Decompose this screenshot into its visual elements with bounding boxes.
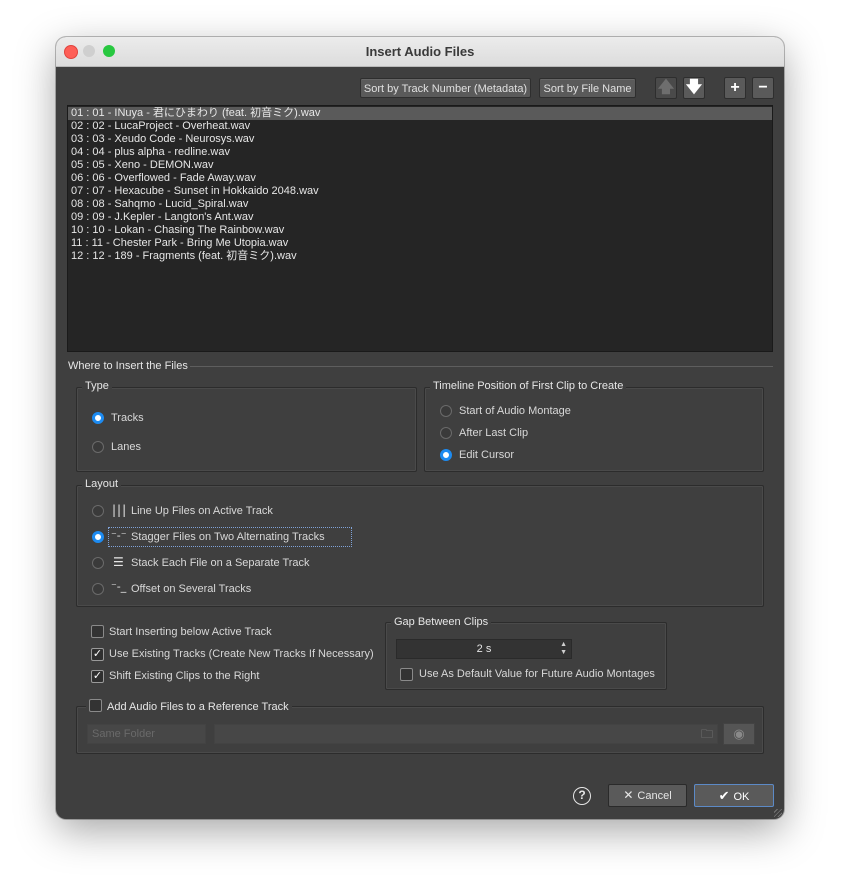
start-below-label[interactable]: Start Inserting below Active Track [109, 626, 272, 638]
after-last-clip-radio[interactable] [440, 427, 452, 439]
remove-file-button[interactable]: − [752, 77, 774, 99]
stagger-radio[interactable] [92, 531, 104, 543]
gap-group-label: Gap Between Clips [391, 616, 492, 628]
start-of-montage-label[interactable]: Start of Audio Montage [459, 405, 571, 417]
arrow-up-icon: 🡅 [657, 79, 675, 96]
list-item[interactable]: 07 : 07 - Hexacube - Sunset in Hokkaido … [68, 185, 772, 198]
line-up-icon: ||| [112, 503, 128, 517]
reference-path-field[interactable]: 🗀 [214, 724, 718, 744]
checkmark-icon: ✓ [92, 648, 103, 660]
reference-track-checkbox[interactable] [89, 699, 102, 712]
help-button[interactable]: ? [573, 787, 591, 805]
list-item[interactable]: 01 : 01 - INuya - 君にひまわり (feat. 初音ミク).wa… [68, 107, 772, 120]
spin-arrows-icon[interactable]: ▲ ▼ [560, 641, 567, 657]
plus-icon: + [730, 79, 740, 96]
title-bar: Insert Audio Files [56, 37, 784, 67]
shift-existing-checkbox[interactable]: ✓ [91, 670, 104, 683]
file-list[interactable]: 01 : 01 - INuya - 君にひまわり (feat. 初音ミク).wa… [67, 105, 773, 352]
edit-cursor-label[interactable]: Edit Cursor [459, 449, 514, 461]
stack-label[interactable]: Stack Each File on a Separate Track [131, 557, 310, 569]
sort-by-file-name-button[interactable]: Sort by File Name [539, 78, 636, 98]
add-file-button[interactable]: + [724, 77, 746, 99]
timeline-position-label: Timeline Position of First Clip to Creat… [430, 380, 627, 392]
preview-button[interactable]: ◉ [723, 723, 755, 745]
start-of-montage-radio[interactable] [440, 405, 452, 417]
where-to-insert-title: Where to Insert the Files [68, 360, 188, 372]
list-item[interactable]: 09 : 09 - J.Kepler - Langton's Ant.wav [68, 211, 772, 224]
dialog-title: Insert Audio Files [365, 44, 475, 59]
help-icon: ? [578, 788, 586, 802]
cancel-label: Cancel [637, 790, 672, 802]
close-icon: ✕ [623, 788, 634, 802]
list-item[interactable]: 08 : 08 - Sahqmo - Lucid_Spiral.wav [68, 198, 772, 211]
stagger-icon: ⁻-⁻ [111, 529, 127, 542]
folder-icon[interactable]: 🗀 [701, 725, 713, 743]
list-item[interactable]: 11 : 11 - Chester Park - Bring Me Utopia… [68, 237, 772, 250]
type-group [76, 387, 417, 472]
after-last-clip-label[interactable]: After Last Clip [459, 427, 528, 439]
stack-radio[interactable] [92, 557, 104, 569]
stagger-label[interactable]: Stagger Files on Two Alternating Tracks [131, 531, 325, 543]
stack-icon: ☰ [113, 555, 124, 569]
use-existing-checkbox[interactable]: ✓ [91, 648, 104, 661]
start-below-checkbox[interactable] [91, 625, 104, 638]
arrow-down-icon: 🡇 [685, 79, 703, 96]
use-existing-label[interactable]: Use Existing Tracks (Create New Tracks I… [109, 648, 374, 660]
gap-value: 2 s [476, 643, 492, 655]
shift-existing-label[interactable]: Shift Existing Clips to the Right [109, 670, 259, 682]
list-item[interactable]: 04 : 04 - plus alpha - redline.wav [68, 146, 772, 159]
type-group-label: Type [82, 380, 112, 392]
edit-cursor-radio[interactable] [440, 449, 452, 461]
resize-grip-icon[interactable] [774, 809, 782, 817]
ok-label: OK [733, 791, 750, 803]
type-lanes-radio[interactable] [92, 441, 104, 453]
insert-audio-files-dialog: Insert Audio Files Sort by Track Number … [56, 37, 784, 819]
folder-option-select[interactable]: Same Folder [87, 724, 206, 744]
list-item[interactable]: 02 : 02 - LucaProject - Overheat.wav [68, 120, 772, 133]
line-up-radio[interactable] [92, 505, 104, 517]
section-divider [190, 366, 773, 367]
move-up-button[interactable]: 🡅 [655, 77, 677, 99]
reference-track-header: Add Audio Files to a Reference Track [86, 699, 292, 713]
list-item[interactable]: 06 : 06 - Overflowed - Fade Away.wav [68, 172, 772, 185]
checkmark-icon: ✓ [92, 670, 103, 682]
move-down-button[interactable]: 🡇 [683, 77, 705, 99]
list-item[interactable]: 03 : 03 - Xeudo Code - Neurosys.wav [68, 133, 772, 146]
type-tracks-radio[interactable] [92, 412, 104, 424]
cancel-button[interactable]: ✕ Cancel [608, 784, 687, 807]
offset-label[interactable]: Offset on Several Tracks [131, 583, 251, 595]
default-gap-checkbox[interactable] [400, 668, 413, 681]
offset-radio[interactable] [92, 583, 104, 595]
eye-icon: ◉ [733, 726, 745, 741]
line-up-label[interactable]: Line Up Files on Active Track [131, 505, 273, 517]
type-lanes-label[interactable]: Lanes [111, 441, 141, 453]
ok-button[interactable]: ✔ OK [694, 784, 774, 807]
default-gap-label[interactable]: Use As Default Value for Future Audio Mo… [419, 668, 655, 680]
list-item[interactable]: 05 : 05 - Xeno - DEMON.wav [68, 159, 772, 172]
minus-icon: − [758, 79, 768, 96]
offset-icon: ⁻-_ [111, 580, 127, 593]
sort-by-track-number-button[interactable]: Sort by Track Number (Metadata) [360, 78, 531, 98]
list-item[interactable]: 10 : 10 - Lokan - Chasing The Rainbow.wa… [68, 224, 772, 237]
gap-value-spinbox[interactable]: 2 s ▲ ▼ [396, 639, 572, 659]
layout-group-label: Layout [82, 478, 122, 490]
reference-track-label[interactable]: Add Audio Files to a Reference Track [107, 701, 289, 713]
type-tracks-label[interactable]: Tracks [111, 412, 144, 424]
checkmark-icon: ✔ [718, 788, 730, 803]
list-item[interactable]: 12 : 12 - 189 - Fragments (feat. 初音ミク).w… [68, 250, 772, 263]
